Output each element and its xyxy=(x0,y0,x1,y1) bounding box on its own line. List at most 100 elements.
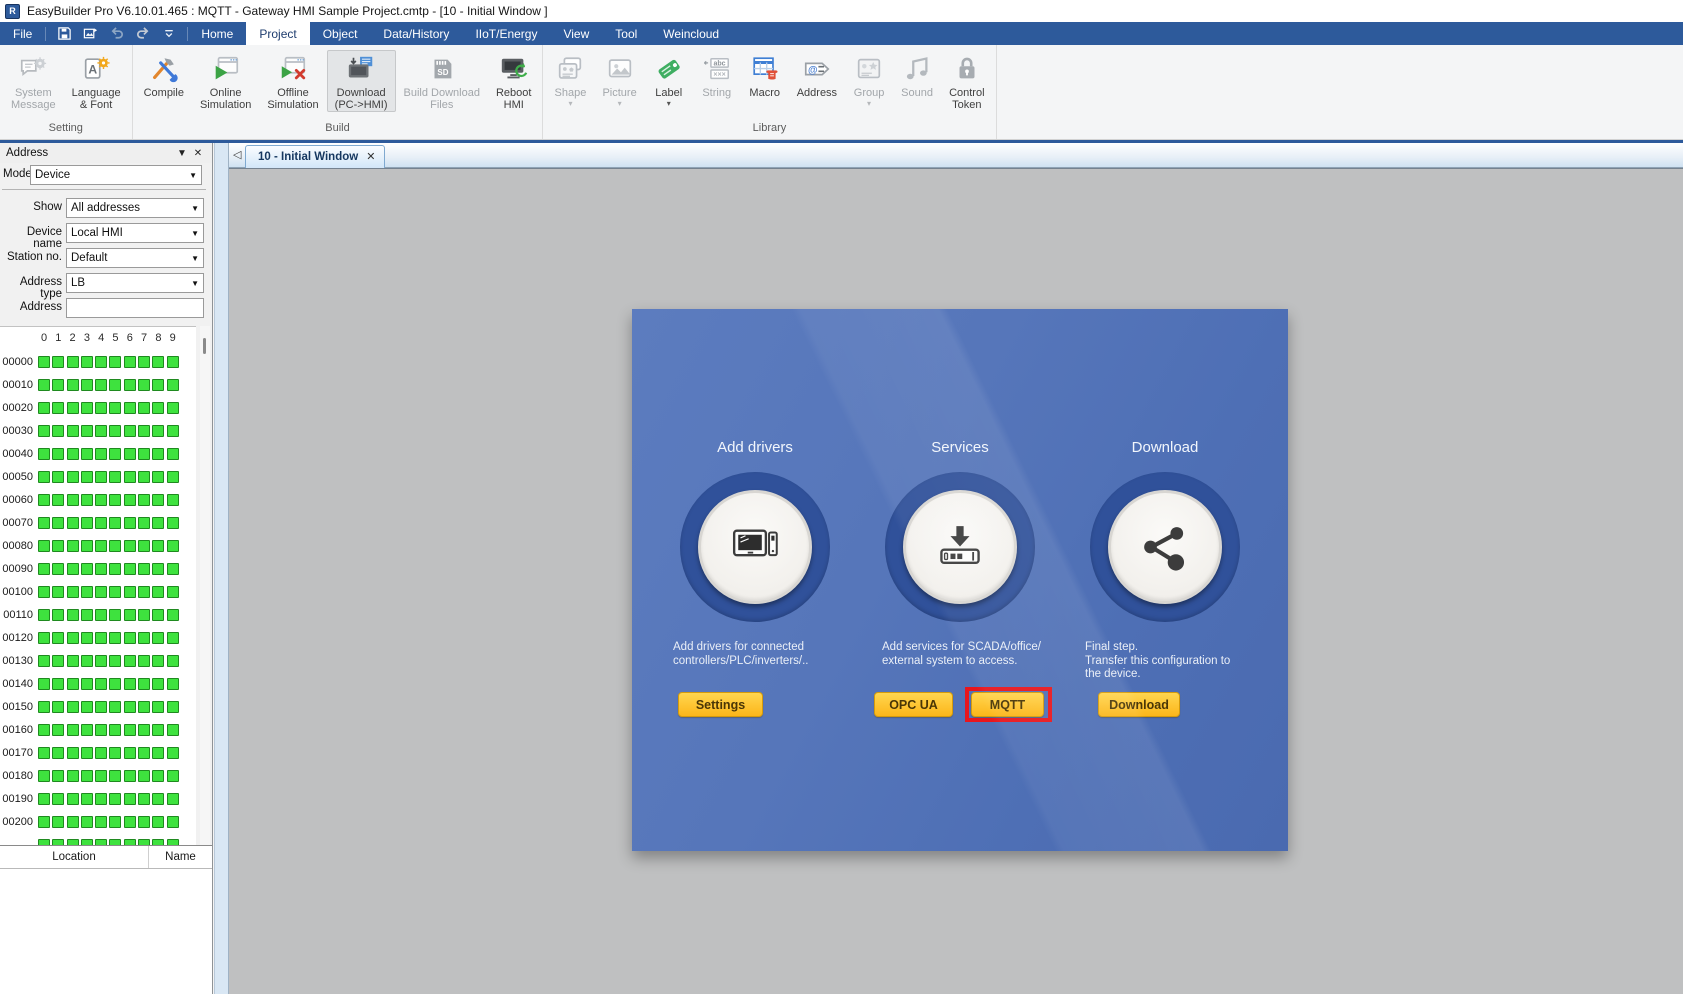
menu-item-object[interactable]: Object xyxy=(310,22,371,45)
bit-checkbox-checked[interactable] xyxy=(81,540,93,552)
bit-checkbox-checked[interactable] xyxy=(67,563,79,575)
bit-checkbox-checked[interactable] xyxy=(152,655,164,667)
bit-checkbox-checked[interactable] xyxy=(95,540,107,552)
bit-checkbox-checked[interactable] xyxy=(167,770,179,782)
bit-checkbox-checked[interactable] xyxy=(52,816,64,828)
ribbon-button-reboot-hmi[interactable]: RebootHMI xyxy=(488,50,539,112)
bit-checkbox-checked[interactable] xyxy=(167,609,179,621)
download-button[interactable]: Download xyxy=(1098,692,1180,717)
bit-checkbox-checked[interactable] xyxy=(38,448,50,460)
bit-checkbox-checked[interactable] xyxy=(109,517,121,529)
bit-checkbox-checked[interactable] xyxy=(95,724,107,736)
bit-checkbox-checked[interactable] xyxy=(109,632,121,644)
bit-checkbox-checked[interactable] xyxy=(38,425,50,437)
bit-checkbox-checked[interactable] xyxy=(67,678,79,690)
ribbon-button-download-pc-hmi-[interactable]: Download(PC->HMI) xyxy=(327,50,396,112)
bit-checkbox-checked[interactable] xyxy=(152,816,164,828)
bit-checkbox-checked[interactable] xyxy=(109,494,121,506)
address-input[interactable] xyxy=(66,298,204,318)
bit-checkbox-checked[interactable] xyxy=(124,563,136,575)
column-header-name[interactable]: Name xyxy=(149,846,212,868)
bit-checkbox-checked[interactable] xyxy=(95,655,107,667)
bit-checkbox-checked[interactable] xyxy=(152,632,164,644)
bit-checkbox-checked[interactable] xyxy=(95,563,107,575)
bit-checkbox-checked[interactable] xyxy=(67,586,79,598)
bit-checkbox-checked[interactable] xyxy=(138,632,150,644)
bit-checkbox-checked[interactable] xyxy=(81,563,93,575)
opc-ua-button[interactable]: OPC UA xyxy=(874,692,953,717)
bit-checkbox-checked[interactable] xyxy=(81,655,93,667)
bit-checkbox-checked[interactable] xyxy=(109,448,121,460)
bit-checkbox-checked[interactable] xyxy=(138,701,150,713)
bit-checkbox-checked[interactable] xyxy=(38,517,50,529)
mode-select[interactable]: Device▼ xyxy=(30,165,202,185)
bit-checkbox-checked[interactable] xyxy=(52,494,64,506)
bit-checkbox-checked[interactable] xyxy=(81,356,93,368)
bit-checkbox-checked[interactable] xyxy=(124,609,136,621)
menu-item-home[interactable]: Home xyxy=(188,22,246,45)
bit-checkbox-checked[interactable] xyxy=(52,379,64,391)
bit-checkbox-checked[interactable] xyxy=(109,471,121,483)
bit-checkbox-checked[interactable] xyxy=(124,747,136,759)
bit-checkbox-checked[interactable] xyxy=(95,632,107,644)
menu-item-data-history[interactable]: Data/History xyxy=(370,22,462,45)
bit-checkbox-checked[interactable] xyxy=(52,678,64,690)
bit-checkbox-checked[interactable] xyxy=(138,678,150,690)
bit-checkbox-checked[interactable] xyxy=(95,609,107,621)
bit-checkbox-checked[interactable] xyxy=(167,655,179,667)
bit-checkbox-checked[interactable] xyxy=(124,448,136,460)
bit-checkbox-checked[interactable] xyxy=(81,586,93,598)
settings-button[interactable]: Settings xyxy=(678,692,763,717)
bit-checkbox-checked[interactable] xyxy=(152,793,164,805)
menu-item-view[interactable]: View xyxy=(550,22,602,45)
bit-checkbox-checked[interactable] xyxy=(67,793,79,805)
export-image-icon[interactable] xyxy=(82,25,99,42)
bit-checkbox-checked[interactable] xyxy=(124,770,136,782)
bit-checkbox-checked[interactable] xyxy=(95,770,107,782)
bit-checkbox-checked[interactable] xyxy=(167,356,179,368)
bit-checkbox-checked[interactable] xyxy=(138,770,150,782)
bit-checkbox-checked[interactable] xyxy=(95,494,107,506)
ribbon-button-address[interactable]: @Address xyxy=(789,50,845,100)
bit-checkbox-checked[interactable] xyxy=(81,448,93,460)
bit-checkbox-checked[interactable] xyxy=(38,632,50,644)
bit-checkbox-checked[interactable] xyxy=(152,747,164,759)
bit-checkbox-checked[interactable] xyxy=(52,356,64,368)
bit-checkbox-checked[interactable] xyxy=(52,632,64,644)
ribbon-button-control-token[interactable]: ControlToken xyxy=(941,50,992,112)
bit-checkbox-checked[interactable] xyxy=(38,678,50,690)
bit-checkbox-checked[interactable] xyxy=(167,517,179,529)
pane-splitter[interactable] xyxy=(214,143,229,994)
grid-scrollbar-thumb[interactable] xyxy=(203,338,206,354)
bit-checkbox-checked[interactable] xyxy=(38,609,50,621)
bit-checkbox-checked[interactable] xyxy=(52,563,64,575)
bit-checkbox-checked[interactable] xyxy=(138,655,150,667)
bit-checkbox-checked[interactable] xyxy=(38,471,50,483)
ribbon-button-macro[interactable]: Macro xyxy=(741,50,789,100)
bit-checkbox-checked[interactable] xyxy=(81,816,93,828)
bit-checkbox-checked[interactable] xyxy=(152,494,164,506)
bit-checkbox-checked[interactable] xyxy=(38,402,50,414)
ribbon-button-online-simulation[interactable]: OnlineSimulation xyxy=(192,50,259,112)
bit-checkbox-checked[interactable] xyxy=(152,540,164,552)
bit-checkbox-checked[interactable] xyxy=(152,724,164,736)
bit-checkbox-checked[interactable] xyxy=(138,379,150,391)
menu-item-file[interactable]: File xyxy=(0,22,45,45)
bit-checkbox-checked[interactable] xyxy=(81,701,93,713)
bit-checkbox-checked[interactable] xyxy=(109,586,121,598)
bit-checkbox-checked[interactable] xyxy=(124,724,136,736)
bit-checkbox-checked[interactable] xyxy=(138,448,150,460)
bit-checkbox-checked[interactable] xyxy=(167,425,179,437)
bit-checkbox-checked[interactable] xyxy=(167,402,179,414)
bit-checkbox-checked[interactable] xyxy=(81,517,93,529)
bit-checkbox-checked[interactable] xyxy=(81,609,93,621)
bit-checkbox-checked[interactable] xyxy=(81,747,93,759)
bit-checkbox-checked[interactable] xyxy=(67,747,79,759)
bit-checkbox-checked[interactable] xyxy=(167,678,179,690)
bit-checkbox-checked[interactable] xyxy=(124,425,136,437)
bit-checkbox-checked[interactable] xyxy=(138,563,150,575)
bit-checkbox-checked[interactable] xyxy=(152,356,164,368)
bit-checkbox-checked[interactable] xyxy=(52,747,64,759)
bit-checkbox-checked[interactable] xyxy=(95,586,107,598)
menu-item-project[interactable]: Project xyxy=(246,22,309,45)
